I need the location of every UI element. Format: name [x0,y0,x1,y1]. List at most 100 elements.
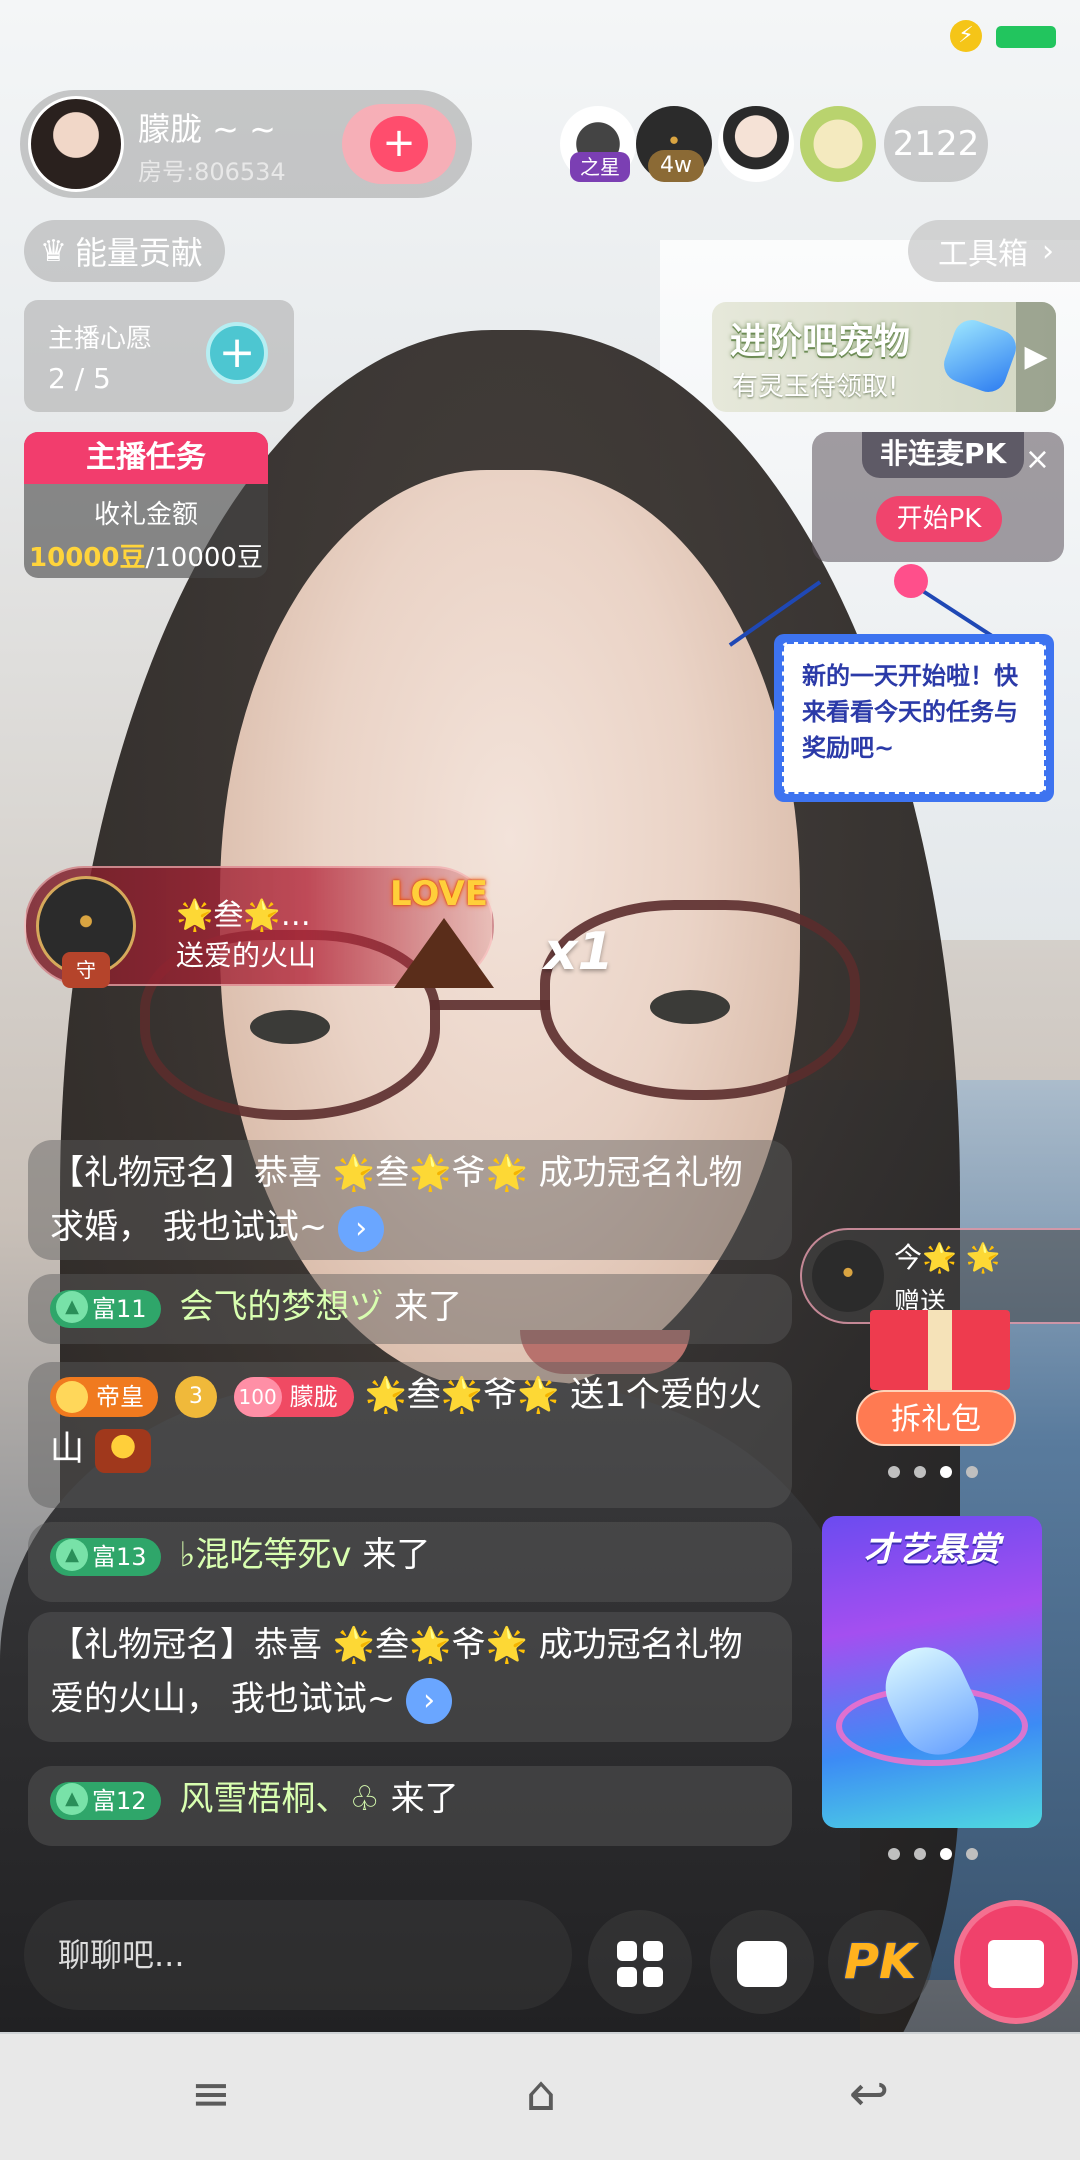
chat-text: 【礼物冠名】恭喜 🌟叁🌟爷🌟 成功冠名礼物爱的火山， [50,1625,743,1719]
back-icon[interactable]: ↩ [834,2064,904,2124]
gift-sender-name: 🌟叁🌟… [176,898,311,933]
chat-username[interactable]: 会飞的梦想ヅ [179,1287,383,1327]
daily-task-notice[interactable]: 新的一天开始啦！快来看看今天的任务与奖励吧~ [774,634,1054,802]
love-label: LOVE [390,874,488,914]
chevron-right-icon: › [1042,233,1054,269]
dot-active [940,1848,952,1860]
host-panel[interactable]: 朦胧 ~ ~ 房号:806534 + [20,90,472,198]
chat-text: 【礼物冠名】恭喜 🌟叁🌟爷🌟 成功冠名礼物求婚， [50,1153,743,1247]
plus-icon[interactable]: + [206,322,268,384]
follow-button[interactable]: + [342,104,456,184]
dot [966,1848,978,1860]
viewer-avatar-4[interactable] [800,106,876,182]
level-badge: 3 [174,1375,217,1418]
notice-pin [894,564,928,598]
pet-banner[interactable]: 进阶吧宠物 有灵玉待领取! ▶ [712,302,1056,412]
chat-message-6[interactable]: 富12 风雪梧桐、♧ 来了 [28,1766,792,1846]
gift-icon [988,1940,1044,1988]
task-amount: 10000豆/10000豆 [24,537,268,574]
toolbox-button[interactable]: 工具箱 › [908,220,1080,282]
toolbox-label: 工具箱 [938,237,1028,272]
gift-box-icon[interactable] [870,1310,1010,1390]
video-glasses-bridge [430,1000,550,1010]
energy-label: 能量贡献 [74,234,203,272]
chat-username[interactable]: 风雪梧桐、♧ [179,1779,379,1819]
energy-contribution-button[interactable]: ♛ 能量贡献 [24,220,225,282]
fan-club-badge: 朦胧 [233,1376,354,1417]
chat-message-4[interactable]: 富13 ♭混吃等死v 来了 [28,1522,792,1602]
task-label: 收礼金额 [93,500,198,530]
chat-message-5[interactable]: 【礼物冠名】恭喜 🌟叁🌟爷🌟 成功冠名礼物爱的火山， 我也试试~ › [28,1612,792,1742]
wealth-level-badge: 富12 [50,1781,161,1820]
viewer-avatar-3[interactable] [718,106,794,182]
close-icon[interactable]: × [1025,442,1050,477]
chat-message-3[interactable]: 帝皇 3 朦胧 🌟叁🌟爷🌟 送1个爱的火山 [28,1362,792,1508]
task-current: 10000豆 [29,543,146,573]
pk-tab[interactable]: 非连麦PK [862,432,1025,478]
system-nav-bar: ≡ ⌂ ↩ [0,2034,1080,2160]
start-pk-button[interactable]: 开始PK [876,496,1002,542]
sender-avatar [812,1240,884,1312]
wealth-level-badge: 富11 [50,1289,161,1328]
play-arrow-icon[interactable]: ▶ [1016,302,1056,412]
chat-input[interactable]: 聊聊吧... [24,1900,572,2010]
wish-progress: 2 / 5 [48,362,111,395]
love-volcano-icon: LOVE [384,858,504,988]
chat-bubble-icon [737,1941,787,1987]
pet-title: 进阶吧宠物 [730,321,911,362]
viewer-count-button[interactable]: 2122 [884,106,988,182]
notice-text: 新的一天开始啦！快来看看今天的任务与奖励吧~ [782,642,1046,794]
viewer-badge-amount: 4w [648,150,704,182]
video-eye-left [250,1010,330,1044]
chat-bubble-button[interactable] [710,1910,814,2014]
pk-label: PK [843,1934,917,1990]
dot [914,1848,926,1860]
chat-message-2[interactable]: 富11 会飞的梦想ヅ 来了 [28,1274,792,1344]
heart-plus-icon: + [370,116,428,172]
talent-reward-banner[interactable]: 才艺悬赏 [822,1516,1042,1828]
gift-button[interactable] [954,1900,1078,2024]
chat-username[interactable]: 🌟叁🌟爷🌟 [364,1375,559,1415]
chat-try-text: 我也试试~ [230,1679,396,1719]
room-number: 房号:806534 [138,158,286,186]
host-avatar[interactable] [28,96,124,192]
guard-badge: 守 [62,952,110,988]
carousel-dots-top [888,1466,978,1478]
task-total: /10000豆 [145,543,263,573]
chat-try-text: 我也试试~ [162,1207,328,1247]
chat-username[interactable]: ♭混吃等死v [179,1535,351,1575]
lightning-icon: ⚡ [950,20,982,52]
home-icon[interactable]: ⌂ [506,2064,576,2124]
talent-title: 才艺悬赏 [864,1530,1000,1570]
gift-ribbon [928,1310,952,1390]
pk-button[interactable]: PK [828,1910,932,2014]
menu-icon[interactable]: ≡ [176,2064,246,2124]
chevron-right-icon[interactable]: › [338,1205,385,1252]
more-features-button[interactable] [588,1910,692,2014]
unpack-gift-button[interactable]: 拆礼包 [856,1390,1016,1446]
volcano-gift-icon [94,1428,151,1473]
viewer-badge-star: 之星 [570,152,630,182]
host-wish-card[interactable]: 主播心愿 2 / 5 + [24,300,294,412]
pk-card: 非连麦PK × 开始PK [812,432,1064,562]
chat-action: 来了 [362,1535,431,1575]
dot-active [940,1466,952,1478]
pet-subtitle: 有灵玉待领取! [732,372,899,402]
task-header: 主播任务 [24,432,268,484]
gem-icon [938,314,1022,398]
chat-message-1[interactable]: 【礼物冠名】恭喜 🌟叁🌟爷🌟 成功冠名礼物求婚， 我也试试~ › [28,1140,792,1260]
crown-icon: ♛ [40,233,67,269]
gift-banner-text: 送爱的火山 [176,939,317,972]
dot [914,1466,926,1478]
grid-icon [617,1941,663,1987]
video-eye-right [650,990,730,1024]
chat-action: 来了 [390,1779,459,1819]
host-task-card[interactable]: 主播任务 收礼金额 10000豆/10000豆 [24,432,268,578]
carousel-dots-bottom [888,1848,978,1860]
dot [888,1848,900,1860]
chevron-right-icon[interactable]: › [406,1677,453,1724]
emperor-badge: 帝皇 [50,1376,158,1417]
gift-count: x1 [544,922,614,982]
volcano-cone [394,918,494,988]
dot [888,1466,900,1478]
